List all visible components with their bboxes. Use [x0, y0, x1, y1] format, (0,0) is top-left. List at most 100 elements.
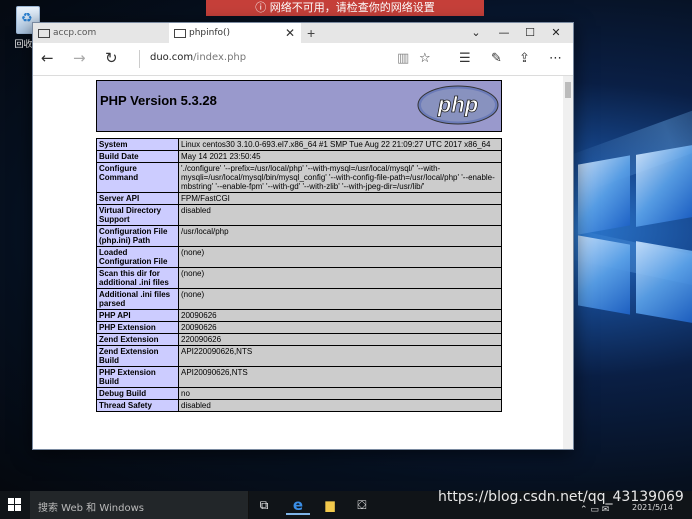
php-info-key: Additional .ini files parsed: [96, 288, 179, 310]
maximize-button[interactable]: ☐: [517, 23, 543, 43]
taskbar: 搜索 Web 和 Windows ⧉ e ▆ ⛋ ⌃ ▭ ✉ https://b…: [0, 489, 692, 519]
php-info-value: 220090626: [178, 333, 502, 346]
vertical-scrollbar[interactable]: [563, 76, 573, 449]
url-path: /index.php: [193, 52, 247, 63]
tab-label: phpinfo(): [189, 28, 231, 38]
favorite-star-icon[interactable]: ☆: [419, 51, 431, 66]
php-logo: php: [417, 85, 499, 125]
url-host: duo.com: [150, 52, 194, 63]
php-info-row: Zend Extension Build API220090626,NTS: [96, 345, 502, 367]
php-info-value: disabled: [178, 399, 502, 412]
close-tab-icon[interactable]: ✕: [285, 23, 295, 43]
php-info-row: Debug Build no: [96, 387, 502, 400]
php-info-key: Virtual Directory Support: [96, 204, 179, 226]
tab-list-chevron-icon[interactable]: ⌄: [463, 23, 489, 43]
wallpaper-windows-logo: [636, 241, 692, 323]
scrollbar-thumb[interactable]: [565, 82, 571, 98]
php-info-key: PHP API: [96, 309, 179, 322]
php-info-row: Additional .ini files parsed (none): [96, 288, 502, 310]
php-info-value: API220090626,NTS: [178, 345, 502, 367]
tab-accp[interactable]: accp.com: [33, 23, 167, 43]
php-info-row: PHP API 20090626: [96, 309, 502, 322]
close-window-button[interactable]: ✕: [543, 23, 569, 43]
file-explorer-icon[interactable]: ▆: [318, 495, 342, 515]
php-info-value: FPM/FastCGI: [178, 192, 502, 205]
php-info-row: Zend Extension 220090626: [96, 333, 502, 346]
php-info-row: PHP Extension Build API20090626,NTS: [96, 366, 502, 388]
php-info-key: System: [96, 138, 179, 151]
php-info-value: API20090626,NTS: [178, 366, 502, 388]
navigation-bar: ← → ↻ duo.com/index.php ▥ ☆ ☰ ✎ ⇪ ⋯: [33, 43, 573, 76]
php-info-value: disabled: [178, 204, 502, 226]
store-icon[interactable]: ⛋: [350, 495, 374, 515]
search-placeholder: 搜索 Web 和 Windows: [38, 503, 144, 514]
page-icon: [174, 29, 186, 38]
php-info-row: Loaded Configuration File (none): [96, 246, 502, 268]
php-info-row: Virtual Directory Support disabled: [96, 204, 502, 226]
windows-start-icon[interactable]: [8, 498, 22, 512]
php-info-value: (none): [178, 267, 502, 289]
php-info-key: Configuration File (php.ini) Path: [96, 225, 179, 247]
tab-bar: accp.com phpinfo() ✕ + ⌄ — ☐ ✕: [33, 23, 573, 43]
php-info-key: Server API: [96, 192, 179, 205]
forward-arrow-icon[interactable]: →: [73, 49, 86, 67]
new-tab-button[interactable]: +: [307, 23, 315, 43]
php-info-key: Scan this dir for additional .ini files: [96, 267, 179, 289]
php-info-value: May 14 2021 23:50:45: [178, 150, 502, 163]
php-info-key: Thread Safety: [96, 399, 179, 412]
php-info-row: Scan this dir for additional .ini files(…: [96, 267, 502, 289]
php-info-value: /usr/local/php: [178, 225, 502, 247]
php-info-key: Zend Extension: [96, 333, 179, 346]
clock-date[interactable]: 2021/5/14: [632, 503, 673, 512]
php-info-row: Server API FPM/FastCGI: [96, 192, 502, 205]
php-info-value: Linux centos30 3.10.0-693.el7.x86_64 #1 …: [178, 138, 502, 151]
url-text: duo.com/index.php: [150, 52, 246, 63]
php-info-key: PHP Extension Build: [96, 366, 179, 388]
php-info-value: 20090626: [178, 321, 502, 334]
php-info-key: Loaded Configuration File: [96, 246, 179, 268]
network-notice-banner[interactable]: ⓘ 网络不可用，请检查你的网络设置: [206, 0, 484, 16]
php-info-row: PHP Extension 20090626: [96, 321, 502, 334]
php-info-value: (none): [178, 246, 502, 268]
task-view-icon[interactable]: ⧉: [252, 495, 276, 515]
wallpaper-windows-logo: [578, 235, 630, 315]
edge-browser-window: accp.com phpinfo() ✕ + ⌄ — ☐ ✕ ← → ↻ duo…: [32, 22, 574, 450]
taskbar-search-box[interactable]: 搜索 Web 和 Windows: [30, 491, 249, 519]
share-icon[interactable]: ⇪: [519, 51, 530, 66]
php-info-key: Configure Command: [96, 162, 179, 193]
php-info-key: PHP Extension: [96, 321, 179, 334]
wallpaper-windows-logo: [636, 145, 692, 227]
tab-phpinfo[interactable]: phpinfo() ✕: [169, 23, 301, 43]
php-version-title: PHP Version 5.3.28: [100, 93, 217, 108]
php-info-value: no: [178, 387, 502, 400]
php-info-key: Build Date: [96, 150, 179, 163]
php-info-row: Configure Command './configure' '--prefix…: [96, 162, 502, 193]
php-info-row: Build Date May 14 2021 23:50:45: [96, 150, 502, 163]
php-info-value: './configure' '--prefix=/usr/local/php' …: [178, 162, 502, 193]
page-icon: [38, 29, 50, 38]
desktop: 回收站 ⓘ 网络不可用，请检查你的网络设置 accp.com phpinfo()…: [0, 0, 692, 491]
edge-icon[interactable]: e: [286, 495, 310, 515]
php-version-header: PHP Version 5.3.28 php: [96, 80, 502, 132]
tab-label: accp.com: [53, 28, 97, 38]
php-info-row: Thread Safety disabled: [96, 399, 502, 412]
php-info-key: Debug Build: [96, 387, 179, 400]
reading-view-icon[interactable]: ▥: [397, 51, 409, 66]
php-info-row: Configuration File (php.ini) Path/usr/lo…: [96, 225, 502, 247]
refresh-icon[interactable]: ↻: [105, 49, 118, 67]
address-bar[interactable]: duo.com/index.php: [139, 50, 380, 68]
system-tray-icons[interactable]: ⌃ ▭ ✉: [580, 505, 609, 515]
hub-icon[interactable]: ☰: [459, 51, 471, 66]
php-info-key: Zend Extension Build: [96, 345, 179, 367]
back-arrow-icon[interactable]: ←: [41, 49, 54, 67]
page-viewport[interactable]: PHP Version 5.3.28 php System Linux cento…: [33, 76, 573, 449]
php-info-value: (none): [178, 288, 502, 310]
php-logo-text: php: [437, 92, 478, 117]
wallpaper-windows-logo: [578, 155, 630, 235]
php-info-value: 20090626: [178, 309, 502, 322]
more-options-icon[interactable]: ⋯: [549, 51, 562, 66]
php-info-table: System Linux centos30 3.10.0-693.el7.x86_…: [96, 138, 502, 412]
web-note-icon[interactable]: ✎: [491, 51, 502, 66]
php-info-row: System Linux centos30 3.10.0-693.el7.x86_…: [96, 138, 502, 151]
minimize-button[interactable]: —: [491, 23, 517, 43]
